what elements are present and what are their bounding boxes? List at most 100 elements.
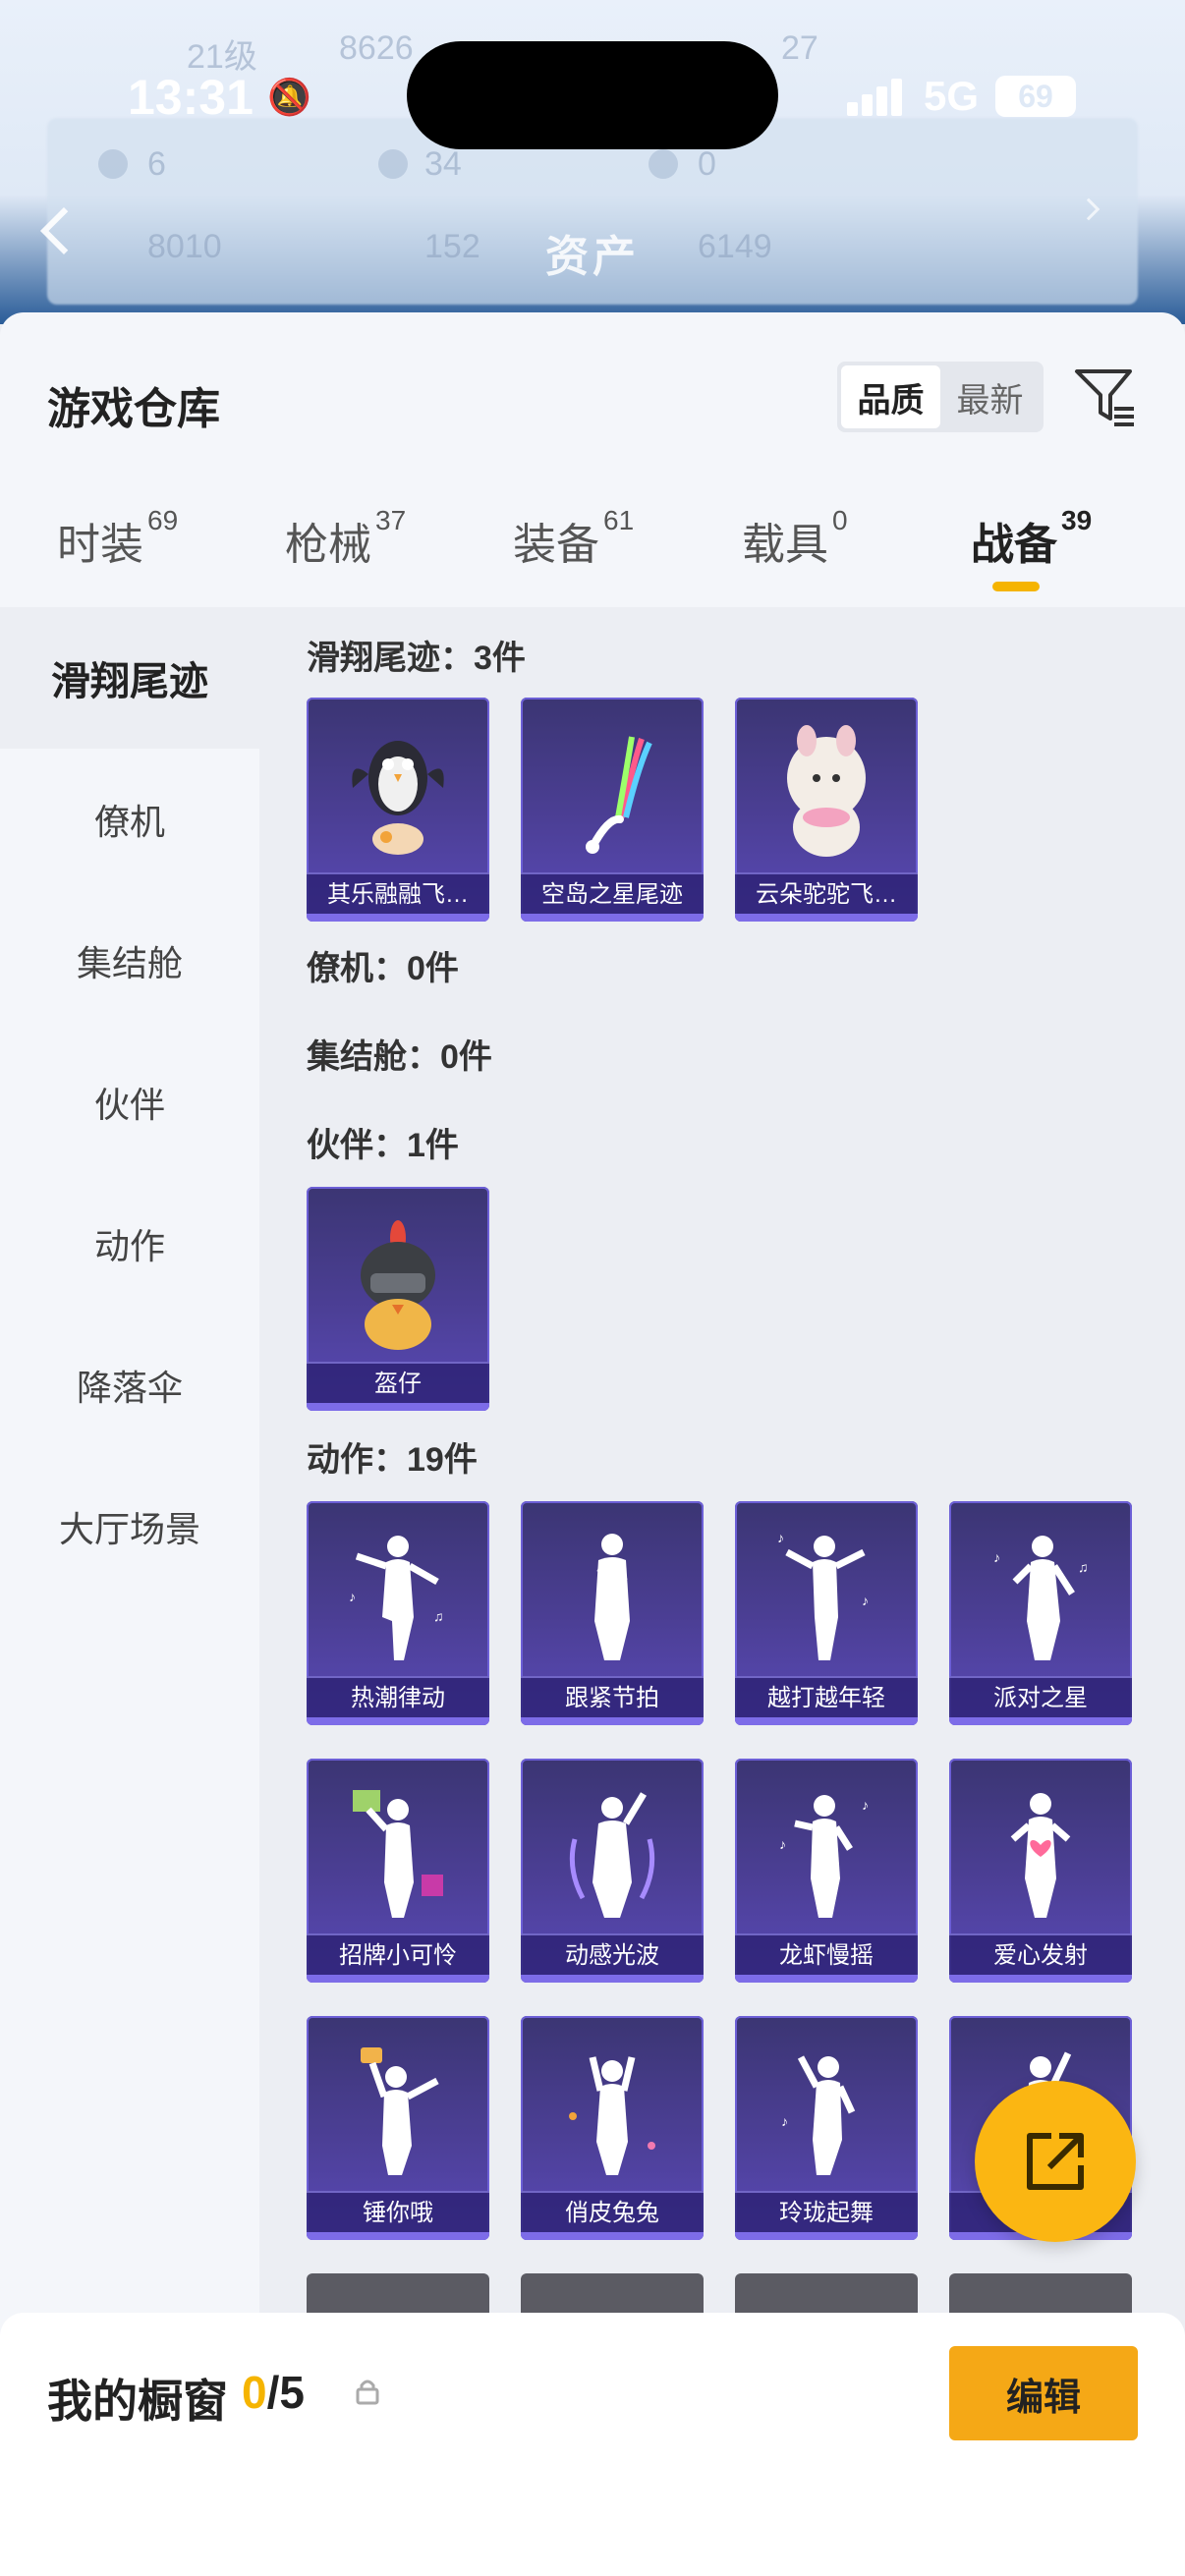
item-card[interactable]: 动感光波 bbox=[521, 1759, 704, 1983]
sidebar-item-parachute[interactable]: 降落伞 bbox=[0, 1315, 259, 1456]
bg-dot-icon bbox=[649, 149, 678, 179]
item-card[interactable]: ♪ ♫ 热潮律动 bbox=[307, 1501, 489, 1725]
item-card[interactable]: 爱心发射 bbox=[949, 1759, 1132, 1983]
bg-value-text: 8626 bbox=[339, 29, 414, 67]
asset-page-title: 资产 bbox=[545, 233, 640, 281]
section-label-pod: 集结舱：0件 bbox=[307, 1038, 492, 1076]
item-card-bar bbox=[521, 2232, 704, 2240]
sort-quality-button[interactable]: 品质 bbox=[841, 365, 940, 428]
dancer-heart-icon bbox=[1010, 1793, 1071, 1918]
item-card-bar bbox=[735, 2232, 918, 2240]
item-card[interactable]: ♪ ♫ 派对之星 bbox=[949, 1501, 1132, 1725]
section-label-wingman: 僚机：0件 bbox=[307, 950, 459, 987]
tab-count: 37 bbox=[375, 505, 407, 535]
dancer-silhouette-icon: ♪♫ bbox=[349, 1536, 444, 1660]
signal-icon bbox=[847, 77, 906, 116]
item-name: 动感光波 bbox=[521, 1933, 704, 1975]
item-name: 龙虾慢摇 bbox=[735, 1933, 918, 1975]
helmet-chick-icon bbox=[361, 1220, 435, 1350]
item-card[interactable]: 跟紧节拍 bbox=[521, 1501, 704, 1725]
sidebar: 滑翔尾迹 僚机 集结舱 伙伴 动作 降落伞 大厅场景 bbox=[0, 607, 259, 2576]
item-name: 空岛之星尾迹 bbox=[521, 872, 704, 914]
sidebar-item-partner[interactable]: 伙伴 bbox=[0, 1032, 259, 1173]
item-card[interactable]: ♪ ♪ 龙虾慢摇 bbox=[735, 1759, 918, 1983]
tab-vehicles[interactable]: 载具0 bbox=[742, 505, 848, 607]
tab-guns[interactable]: 枪械37 bbox=[285, 505, 406, 607]
item-card-bar bbox=[307, 2232, 489, 2240]
tab-count: 69 bbox=[147, 505, 179, 535]
dancer-wave-icon bbox=[569, 1792, 655, 1918]
tab-count: 61 bbox=[603, 505, 635, 535]
item-card-bar bbox=[307, 1717, 489, 1725]
tab-label: 时装 bbox=[57, 521, 143, 569]
lock-icon bbox=[356, 2380, 379, 2405]
showcase-label: 我的橱窗 bbox=[47, 2376, 228, 2427]
tab-equipment[interactable]: 装备61 bbox=[513, 505, 634, 607]
sidebar-item-lobby-scene[interactable]: 大厅场景 bbox=[0, 1456, 259, 1597]
section-label-glide: 滑翔尾迹：3件 bbox=[307, 640, 526, 677]
item-name: 爱心发射 bbox=[949, 1933, 1132, 1975]
item-card-bar bbox=[307, 914, 489, 922]
bg-stat: 0 bbox=[698, 145, 716, 183]
tab-combat-gear[interactable]: 战备39 bbox=[971, 505, 1092, 607]
item-card-bar bbox=[735, 1717, 918, 1725]
item-card-bar bbox=[949, 1975, 1132, 1983]
page-title: 游戏仓库 bbox=[47, 385, 220, 433]
category-tabs: 时装69 枪械37 装备61 载具0 战备39 bbox=[0, 505, 1185, 607]
tab-label: 枪械 bbox=[285, 521, 371, 569]
sidebar-item-wingman[interactable]: 僚机 bbox=[0, 749, 259, 890]
dancer-silhouette-icon: ♪ bbox=[781, 2055, 856, 2175]
dancer-silhouette-icon: ♪♪ bbox=[777, 1530, 869, 1660]
battery-indicator: 69 bbox=[995, 76, 1076, 117]
tab-label: 载具 bbox=[742, 521, 828, 569]
svg-text:♫: ♫ bbox=[1078, 1559, 1089, 1575]
item-name: 锤你哦 bbox=[307, 2191, 489, 2232]
svg-text:♫: ♫ bbox=[433, 1608, 444, 1624]
filter-icon[interactable] bbox=[1071, 362, 1140, 430]
star-trail-icon bbox=[586, 736, 652, 854]
item-name: 热潮律动 bbox=[307, 1676, 489, 1717]
item-card-bar bbox=[521, 1975, 704, 1983]
item-name: 跟紧节拍 bbox=[521, 1676, 704, 1717]
tab-label: 战备 bbox=[971, 521, 1057, 569]
item-card[interactable]: 盔仔 bbox=[307, 1187, 489, 1411]
item-card-bar bbox=[735, 1975, 918, 1983]
status-time: 13:31 bbox=[128, 70, 254, 125]
tab-count: 39 bbox=[1061, 505, 1093, 535]
tab-fashion[interactable]: 时装69 bbox=[57, 505, 178, 607]
dancer-bunny-icon bbox=[569, 2056, 655, 2175]
svg-text:♪: ♪ bbox=[779, 1836, 786, 1852]
sidebar-item-glide-trail[interactable]: 滑翔尾迹 bbox=[0, 607, 259, 749]
item-card[interactable]: 其乐融融飞… bbox=[307, 698, 489, 922]
network-type: 5G bbox=[924, 73, 980, 119]
sidebar-item-assembly-pod[interactable]: 集结舱 bbox=[0, 890, 259, 1032]
active-tab-indicator bbox=[992, 582, 1040, 591]
item-card[interactable]: 招牌小可怜 bbox=[307, 1759, 489, 1983]
showcase-bar: 我的橱窗 0/5 编辑 bbox=[0, 2313, 1185, 2576]
item-card-bar bbox=[949, 1717, 1132, 1725]
bg-stat: 152 bbox=[424, 228, 480, 265]
item-card[interactable]: 云朵驼驼飞… bbox=[735, 698, 918, 922]
warehouse-sheet: 游戏仓库 品质 最新 时装69 枪械37 装备61 载具0 战备39 滑翔尾迹 … bbox=[0, 312, 1185, 2576]
dynamic-island bbox=[407, 41, 778, 149]
bg-stat: 8010 bbox=[147, 228, 222, 265]
item-card[interactable]: ♪ ♪ 越打越年轻 bbox=[735, 1501, 918, 1725]
item-name: 招牌小可怜 bbox=[307, 1933, 489, 1975]
item-name: 玲珑起舞 bbox=[735, 2191, 918, 2232]
sidebar-item-emote[interactable]: 动作 bbox=[0, 1173, 259, 1315]
svg-text:♪: ♪ bbox=[993, 1549, 1000, 1565]
share-button[interactable] bbox=[975, 2081, 1136, 2242]
item-card[interactable]: ♪ 玲珑起舞 bbox=[735, 2016, 918, 2240]
item-card-bar bbox=[307, 1403, 489, 1411]
edit-button[interactable]: 编辑 bbox=[949, 2346, 1138, 2440]
item-name: 派对之星 bbox=[949, 1676, 1132, 1717]
item-card[interactable]: 锤你哦 bbox=[307, 2016, 489, 2240]
tab-count: 0 bbox=[832, 505, 848, 535]
item-card[interactable]: 空岛之星尾迹 bbox=[521, 698, 704, 922]
item-card[interactable]: 俏皮兔兔 bbox=[521, 2016, 704, 2240]
item-card-bar bbox=[521, 914, 704, 922]
sort-newest-button[interactable]: 最新 bbox=[940, 365, 1040, 428]
dancer-silhouette-icon: ♪♫ bbox=[993, 1536, 1089, 1660]
bg-dot-icon bbox=[98, 149, 128, 179]
item-name: 越打越年轻 bbox=[735, 1676, 918, 1717]
